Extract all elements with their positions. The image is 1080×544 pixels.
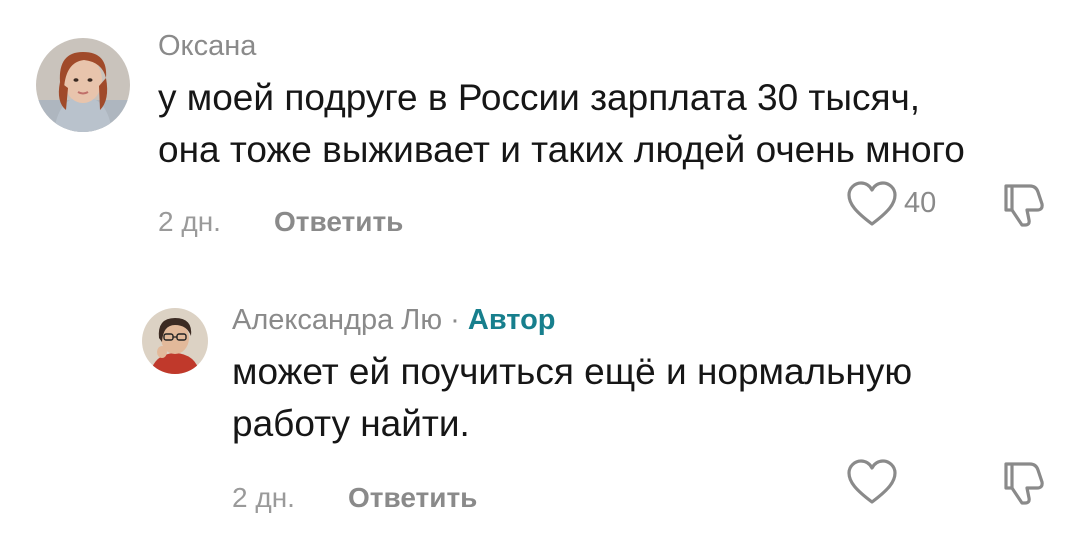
comment-text: у моей подруге в России зарплата 30 тыся… <box>158 72 1058 176</box>
thumbs-down-outline-icon[interactable] <box>1000 180 1046 228</box>
comment-time: 2 дн. <box>158 206 221 237</box>
comment-text-line: она тоже выживает и таких людей очень мн… <box>158 129 965 170</box>
comment-1: Оксана у моей подруге в России зарплата … <box>0 0 1080 260</box>
username[interactable]: Александра Лю <box>232 304 442 336</box>
comment-2: Александра Лю · Автор может ей поучиться… <box>0 280 1080 544</box>
avatar[interactable] <box>142 308 208 374</box>
comment-text-line: у моей подруге в России зарплата 30 тыся… <box>158 77 921 118</box>
comment-text: может ей поучиться ещё и нормальную рабо… <box>232 346 1052 450</box>
separator: · <box>450 304 460 336</box>
reply-button[interactable]: Ответить <box>274 206 403 238</box>
username-row: Александра Лю · Автор <box>232 304 556 337</box>
comment-text-line: работу найти. <box>232 403 470 444</box>
like-count: 40 <box>904 187 937 219</box>
heart-outline-icon[interactable] <box>846 180 898 228</box>
reply-button[interactable]: Ответить <box>348 482 477 514</box>
thumbs-down-outline-icon[interactable] <box>1000 458 1046 506</box>
username[interactable]: Оксана <box>158 30 256 63</box>
heart-outline-icon[interactable] <box>846 458 898 506</box>
comment-time: 2 дн. <box>232 482 295 513</box>
comments-thread: Оксана у моей подруге в России зарплата … <box>0 0 1080 544</box>
author-badge: Автор <box>467 304 556 336</box>
avatar[interactable] <box>36 38 130 132</box>
comment-text-line: может ей поучиться ещё и нормальную <box>232 351 913 392</box>
